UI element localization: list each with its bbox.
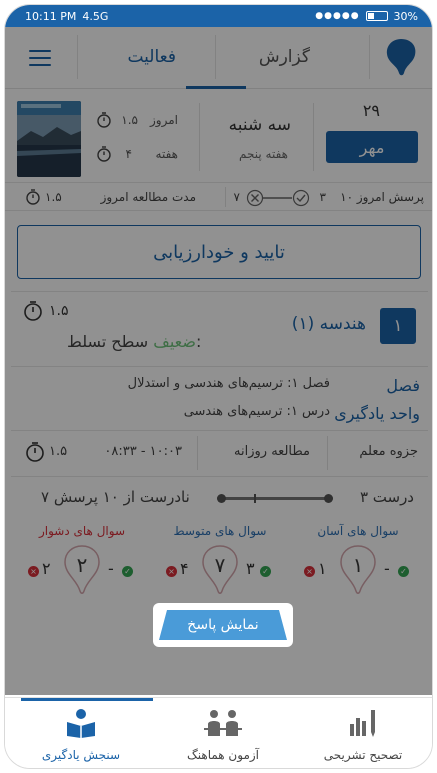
network-indicator: 4.5G — [82, 9, 109, 23]
bottom-tab-exam[interactable]: آزمون هماهنگ — [163, 708, 283, 762]
status-bar: 10:11 PM 4.5G ●●●●● 30% — [5, 5, 432, 27]
signal-icon: ●●●●● — [315, 11, 360, 21]
battery-level: 30% — [393, 9, 418, 23]
bottom-navigation: سنجش یادگیری آزمون هماهنگ تصحیح تشریحی — [5, 697, 432, 768]
bottom-tab-label: سنجش یادگیری — [41, 748, 121, 762]
show-answer-label: نمایش پاسخ — [187, 617, 259, 633]
reading-student-icon — [67, 709, 95, 738]
bottom-tab-assessment[interactable]: سنجش یادگیری — [21, 708, 141, 762]
bottom-tab-label: تصحیح تشریحی — [323, 748, 403, 762]
modal-overlay[interactable] — [5, 27, 432, 695]
battery-icon — [365, 11, 388, 21]
show-answer-button[interactable]: نمایش پاسخ — [159, 610, 287, 640]
bottom-tab-descriptive[interactable]: تصحیح تشریحی — [303, 708, 423, 762]
active-bottom-tab-indicator — [21, 698, 153, 701]
show-answer-highlight: نمایش پاسخ — [153, 603, 293, 647]
phone-screen: 10:11 PM 4.5G ●●●●● 30% گزارش فعالیت ۲۹ … — [4, 4, 433, 769]
bottom-tab-label: آزمون هماهنگ — [187, 748, 259, 762]
exam-students-icon — [204, 710, 242, 736]
clock: 10:11 PM — [25, 9, 77, 23]
bar-chart-pen-icon — [350, 710, 375, 737]
